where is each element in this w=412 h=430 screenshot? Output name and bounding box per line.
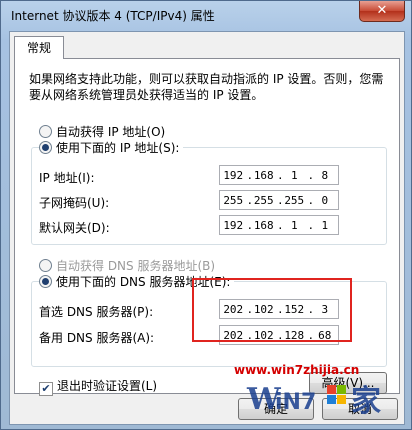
octet: 255: [253, 193, 274, 207]
octet: 168: [253, 218, 274, 232]
description-text: 如果网络支持此功能，则可以获取自动指派的 IP 设置。否则，您需要从网络系统管理…: [29, 72, 384, 102]
auto-dns-label: 自动获得 DNS 服务器地址(B): [56, 259, 216, 273]
radio-button-icon: [39, 259, 52, 272]
subnet-mask-input[interactable]: 255. 255. 255. 0: [219, 190, 339, 210]
octet: 255: [223, 193, 244, 207]
auto-dns-radio[interactable]: 自动获得 DNS 服务器地址(B): [39, 257, 215, 274]
windows-flag-icon: [327, 385, 346, 404]
preferred-dns-label: 首选 DNS 服务器(P):: [39, 305, 154, 319]
general-panel: 如果网络支持此功能，则可以获取自动指派的 IP 设置。否则，您需要从网络系统管理…: [14, 58, 400, 396]
octet: 0: [321, 193, 329, 207]
manual-ip-radio[interactable]: 使用下面的 IP 地址(S):: [39, 139, 184, 156]
dns-highlight-box: [192, 278, 352, 342]
tab-general[interactable]: 常规: [14, 36, 64, 59]
validate-settings-label: 退出时验证设置(L): [57, 379, 158, 393]
dialog-window: Internet 协议版本 4 (TCP/IPv4) 属性 ✕ 常规 如果网络支…: [0, 0, 412, 430]
close-icon: ✕: [376, 3, 388, 18]
subnet-mask-label: 子网掩码(U):: [39, 196, 110, 210]
radio-button-icon: [39, 141, 52, 154]
radio-button-icon: [39, 275, 52, 288]
radio-button-icon: [39, 125, 52, 138]
default-gateway-input[interactable]: 192. 168. 1. 1: [219, 215, 339, 235]
octet: 255: [284, 193, 305, 207]
octet: 8: [321, 168, 329, 182]
window-title: Internet 协议版本 4 (TCP/IPv4) 属性: [11, 9, 215, 23]
auto-ip-label: 自动获得 IP 地址(O): [56, 125, 166, 139]
close-button[interactable]: ✕: [359, 1, 405, 22]
octet: 1: [290, 168, 298, 182]
octet: 1: [290, 218, 298, 232]
ip-address-input[interactable]: 192. 168. 1. 8: [219, 165, 339, 185]
octet: 168: [253, 168, 274, 182]
default-gateway-label: 默认网关(D):: [39, 221, 110, 235]
win7-logo: W iN7 家: [246, 382, 381, 417]
checkbox-check-icon: ✔: [39, 382, 53, 396]
octet: 192: [223, 218, 244, 232]
svg-text:家: 家: [351, 384, 381, 417]
validate-settings-checkbox[interactable]: ✔ 退出时验证设置(L): [39, 377, 157, 396]
title-bar[interactable]: Internet 协议版本 4 (TCP/IPv4) 属性: [7, 1, 411, 31]
svg-text:iN7: iN7: [275, 390, 316, 415]
manual-ip-label: 使用下面的 IP 地址(S):: [56, 141, 180, 155]
octet: 192: [223, 168, 244, 182]
octet: 1: [321, 218, 329, 232]
alternate-dns-label: 备用 DNS 服务器(A):: [39, 331, 155, 345]
auto-ip-radio[interactable]: 自动获得 IP 地址(O): [39, 123, 165, 140]
ip-address-label: IP 地址(I):: [39, 171, 95, 185]
